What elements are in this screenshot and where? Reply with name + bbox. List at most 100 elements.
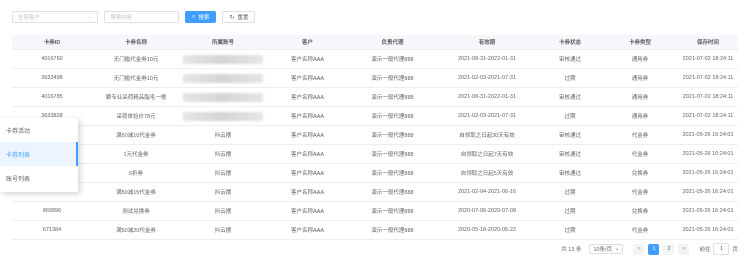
table-cell: 满50减15代金券 [92, 182, 180, 202]
table-cell: 2021-05-26 16:24:01 [678, 125, 738, 145]
table-cell: 审核通过 [538, 125, 602, 145]
page-button-1[interactable]: 1 [648, 243, 660, 255]
client-select[interactable]: 全部客户 ⌄ [12, 11, 98, 23]
redacted-account [183, 54, 263, 64]
table-cell: 2021-07-02 18:24:11 [678, 49, 738, 69]
popup-menu-item[interactable]: 账号列表 [0, 166, 78, 190]
table-cell [180, 68, 266, 88]
search-input[interactable]: 搜索内容 [104, 11, 179, 23]
table-cell: 2021-02-04-2021-06-16 [436, 182, 538, 202]
table-cell: 3633498 [12, 68, 92, 88]
column-header: 保存时间 [678, 35, 738, 50]
table-cell: 2020-05-18-2020-05-22 [436, 220, 538, 240]
page-number: 2 [667, 246, 671, 252]
table-cell: 4016760 [12, 49, 92, 69]
table-row[interactable]: 3633828 采荷体验价78元 客户名称AAA 演示一般代理888 2021-02-0… [12, 106, 738, 126]
table-cell: 抖云摆 [180, 220, 266, 240]
table-cell: 客户名称AAA [266, 220, 349, 240]
chevron-right-icon: > [682, 246, 686, 252]
table-cell: 通用券 [602, 87, 678, 107]
page-suffix: 页 [732, 247, 738, 253]
page-number: 1 [652, 246, 656, 252]
column-header: 所属账号 [180, 35, 266, 50]
popup-menu-item[interactable]: 卡券活动 [0, 118, 78, 142]
table-cell: 演示一般代理888 [349, 125, 436, 145]
table-cell: 代金券 [602, 182, 678, 202]
table-cell [180, 106, 266, 126]
table-row[interactable]: 3633498 无门槛代金券10元 客户名称AAA 演示一般代理888 2021-02-… [12, 68, 738, 88]
filter-bar: 全部客户 ⌄ 搜索内容 ⌕ 搜索 ↻ 重置 [12, 10, 256, 24]
table-row[interactable]: 满50减10代金券 抖云摆 客户名称AAA 演示一般代理888 自领取之日起30天有效审… [12, 125, 738, 145]
chevron-left-icon: < [637, 246, 641, 252]
table-cell: 演示一般代理888 [349, 182, 436, 202]
table-cell: 4016785 [12, 87, 92, 107]
table-cell: 2021-02-03-2021-07-31 [436, 106, 538, 126]
table-cell: 通用券 [602, 106, 678, 126]
table-row[interactable]: 5折券 抖云摆 客户名称AAA 演示一般代理888 自领取之日起5天有效 审核通过 兑换券 2… [12, 163, 738, 183]
table-cell: 客户名称AAA [266, 106, 349, 126]
table-cell: 869896 [12, 201, 92, 221]
search-button-label: 搜索 [198, 15, 210, 21]
popup-menu-item[interactable]: 卡券列表 [0, 142, 78, 166]
table-cell: 过期 [538, 201, 602, 221]
table-cell: 2021-05-26 16:24:01 [678, 182, 738, 202]
table-cell: 满50减10代金券 [92, 125, 180, 145]
table-cell: 满50减20代金券 [92, 220, 180, 240]
table-cell: 审核通过 [538, 87, 602, 107]
table-cell: 2020-07-06-2020-07-08 [436, 201, 538, 221]
table-cell: 自领取之日起7天有效 [436, 144, 538, 164]
coupon-table: 卡券ID 卡券名称 所属账号 客户 负责代理 有效期 卡券状态 卡券类型 保存时间 401676… [12, 35, 738, 240]
page-button-2[interactable]: 2 [663, 243, 675, 255]
table-cell: 2021-02-03-2021-07-31 [436, 68, 538, 88]
page-size-select[interactable]: 10条/页 ⌄ [589, 244, 624, 254]
table-cell: 客户名称AAA [266, 125, 349, 145]
table-cell: 5折券 [92, 163, 180, 183]
table-cell: 通用券 [602, 49, 678, 69]
table-cell: 兑换券 [602, 201, 678, 221]
prev-page-button[interactable]: < [633, 243, 645, 255]
table-cell: 自领取之日起5天有效 [436, 163, 538, 183]
table-cell: 过期 [538, 68, 602, 88]
table-cell: 过期 [538, 220, 602, 240]
search-button[interactable]: ⌕ 搜索 [185, 11, 217, 23]
chevron-down-icon: ⌄ [614, 246, 620, 252]
table-row[interactable]: 4016760 无门槛代金券10元 客户名称AAA 演示一般代理888 2021-08-… [12, 49, 738, 69]
table-cell: 过期 [538, 106, 602, 126]
redacted-account [183, 73, 263, 83]
table-cell: 客户名称AAA [266, 144, 349, 164]
table-row[interactable]: 869896 测试兑换券 抖云摆 客户名称AAA 演示一般代理888 2020-07-06… [12, 201, 738, 221]
table-cell: 抖云摆 [180, 182, 266, 202]
table-cell: 代金券 [602, 125, 678, 145]
table-body: 4016760 无门槛代金券10元 客户名称AAA 演示一般代理888 2021-08-… [12, 49, 738, 240]
table-cell: 2021-08-31-2022-01-31 [436, 49, 538, 69]
table-row[interactable]: 1元代金券 抖云摆 客户名称AAA 演示一般代理888 自领取之日起7天有效 审核通过 代金… [12, 144, 738, 164]
table-cell: 代金券 [602, 144, 678, 164]
column-header: 卡券状态 [538, 35, 602, 50]
search-icon: ⌕ [192, 13, 196, 20]
column-header: 卡券ID [12, 35, 92, 50]
table-cell: 2021-08-31-2022-01-31 [436, 87, 538, 107]
table-cell: 演示一般代理888 [349, 220, 436, 240]
table-cell: 审核通过 [538, 163, 602, 183]
table-header-row: 卡券ID 卡券名称 所属账号 客户 负责代理 有效期 卡券状态 卡券类型 保存时间 [12, 35, 738, 50]
nav-popup-menu: 卡券活动 卡券列表 账号列表 [0, 118, 78, 192]
table-row[interactable]: 671384 满50减20代金券 抖云摆 客户名称AAA 演示一般代理888 2020-0… [12, 220, 738, 240]
chevron-down-icon: ⌄ [87, 14, 92, 20]
table-row[interactable]: 满50减15代金券 抖云摆 客户名称AAA 演示一般代理888 2021-02-04-2… [12, 182, 738, 202]
table-cell: 演示一般代理888 [349, 68, 436, 88]
goto-page-input[interactable]: 1 [713, 243, 730, 255]
table-row[interactable]: 4016785 颗专业采荷精品脂毛一根 客户名称AAA 演示一般代理888 2021-0… [12, 87, 738, 107]
reset-button[interactable]: ↻ 重置 [222, 11, 256, 23]
next-page-button[interactable]: > [678, 243, 690, 255]
table-cell: 过期 [538, 182, 602, 202]
column-header: 卡券类型 [602, 35, 678, 50]
table-cell: 1元代金券 [92, 144, 180, 164]
table-cell: 2021-05-26 16:24:01 [678, 144, 738, 164]
table-cell: 2021-07-02 18:24:11 [678, 87, 738, 107]
table-cell: 抖云摆 [180, 163, 266, 183]
table-cell: 2021-07-02 18:24:11 [678, 68, 738, 88]
table-cell: 演示一般代理888 [349, 87, 436, 107]
table-cell: 无门槛代金券10元 [92, 68, 180, 88]
table-cell: 客户名称AAA [266, 87, 349, 107]
table-cell: 抖云摆 [180, 144, 266, 164]
